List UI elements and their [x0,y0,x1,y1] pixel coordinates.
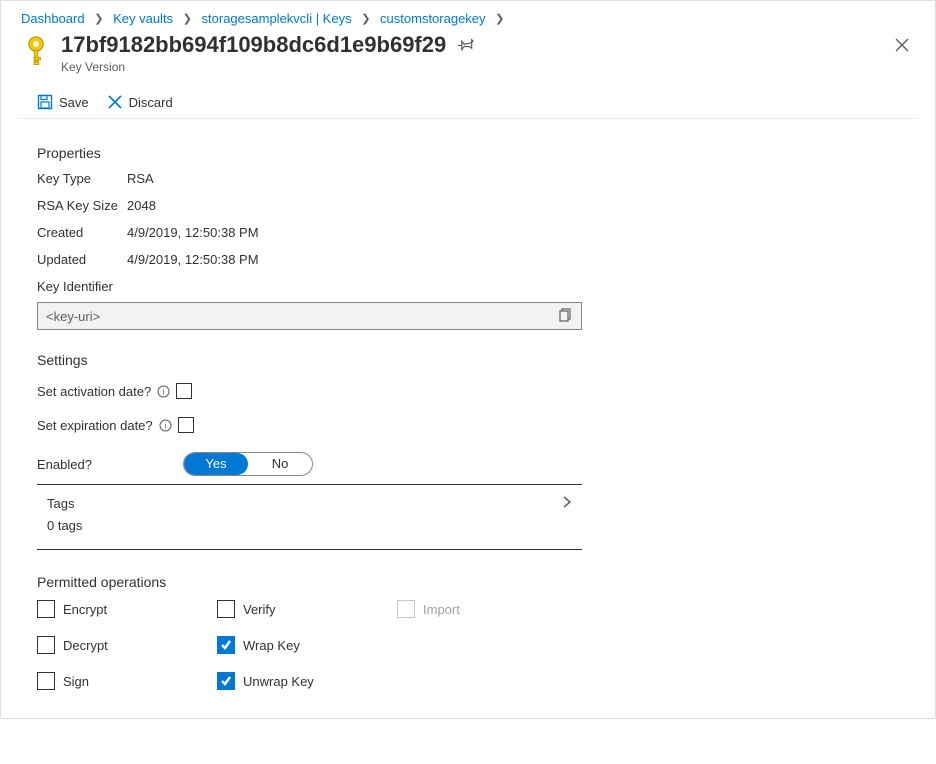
decrypt-checkbox[interactable] [37,636,55,654]
prop-key-type-value: RSA [127,171,154,186]
sign-checkbox[interactable] [37,672,55,690]
activation-date-label: Set activation date? [37,384,151,399]
activation-date-checkbox[interactable] [176,383,192,399]
prop-created-value: 4/9/2019, 12:50:38 PM [127,225,259,240]
discard-label: Discard [129,95,173,110]
save-label: Save [59,95,89,110]
encrypt-checkbox[interactable] [37,600,55,618]
prop-updated-value: 4/9/2019, 12:50:38 PM [127,252,259,267]
verify-label: Verify [243,602,276,617]
pin-button[interactable] [458,32,474,58]
info-icon[interactable]: i [159,419,172,432]
enabled-toggle[interactable]: Yes No [183,452,313,476]
copy-button[interactable] [559,308,573,325]
tags-expander[interactable]: Tags 0 tags [37,485,582,543]
copy-icon [559,308,573,322]
decrypt-label: Decrypt [63,638,108,653]
page-subtitle: Key Version [61,60,889,74]
permitted-operations-title: Permitted operations [37,574,899,590]
import-checkbox [397,600,415,618]
verify-checkbox[interactable] [217,600,235,618]
chevron-right-icon [560,495,574,512]
key-identifier-label: Key Identifier [37,279,899,294]
breadcrumb: Dashboard ❯ Key vaults ❯ storagesamplekv… [1,1,935,32]
prop-rsa-size-value: 2048 [127,198,156,213]
save-icon [37,94,53,110]
prop-key-type-label: Key Type [37,171,127,186]
wrap-key-label: Wrap Key [243,638,300,653]
import-label: Import [423,602,460,617]
close-button[interactable] [889,32,915,61]
page-title: 17bf9182bb694f109b8dc6d1e9b69f29 [61,32,446,58]
unwrap-key-label: Unwrap Key [243,674,314,689]
chevron-right-icon: ❯ [183,12,192,25]
expiration-date-checkbox[interactable] [178,417,194,433]
prop-created-label: Created [37,225,127,240]
discard-button[interactable]: Discard [107,94,173,110]
expiration-date-label: Set expiration date? [37,418,153,433]
key-identifier-field[interactable]: <key-uri> [37,302,582,330]
breadcrumb-keyvaults[interactable]: Key vaults [113,11,173,26]
enabled-toggle-yes[interactable]: Yes [184,453,248,475]
discard-icon [107,94,123,110]
svg-text:i: i [164,421,166,430]
key-identifier-value: <key-uri> [46,309,559,324]
save-button[interactable]: Save [37,94,89,110]
enabled-label: Enabled? [37,457,177,472]
sign-label: Sign [63,674,89,689]
breadcrumb-vault-keys[interactable]: storagesamplekvcli | Keys [202,11,352,26]
breadcrumb-dashboard[interactable]: Dashboard [21,11,85,26]
tags-count: 0 tags [47,518,574,533]
chevron-right-icon: ❯ [495,12,504,25]
key-icon [21,32,51,72]
enabled-toggle-no[interactable]: No [248,453,312,475]
toolbar: Save Discard [17,86,919,119]
svg-text:i: i [163,387,165,396]
wrap-key-checkbox[interactable] [217,636,235,654]
divider [37,549,582,550]
tags-title: Tags [47,496,560,511]
chevron-right-icon: ❯ [361,12,370,25]
settings-section-title: Settings [37,352,899,368]
properties-section-title: Properties [37,145,899,161]
info-icon[interactable]: i [157,385,170,398]
prop-rsa-size-label: RSA Key Size [37,198,127,213]
prop-updated-label: Updated [37,252,127,267]
encrypt-label: Encrypt [63,602,107,617]
unwrap-key-checkbox[interactable] [217,672,235,690]
page-header: 17bf9182bb694f109b8dc6d1e9b69f29 Key Ver… [1,32,935,86]
chevron-right-icon: ❯ [94,12,103,25]
breadcrumb-keyname[interactable]: customstoragekey [380,11,486,26]
